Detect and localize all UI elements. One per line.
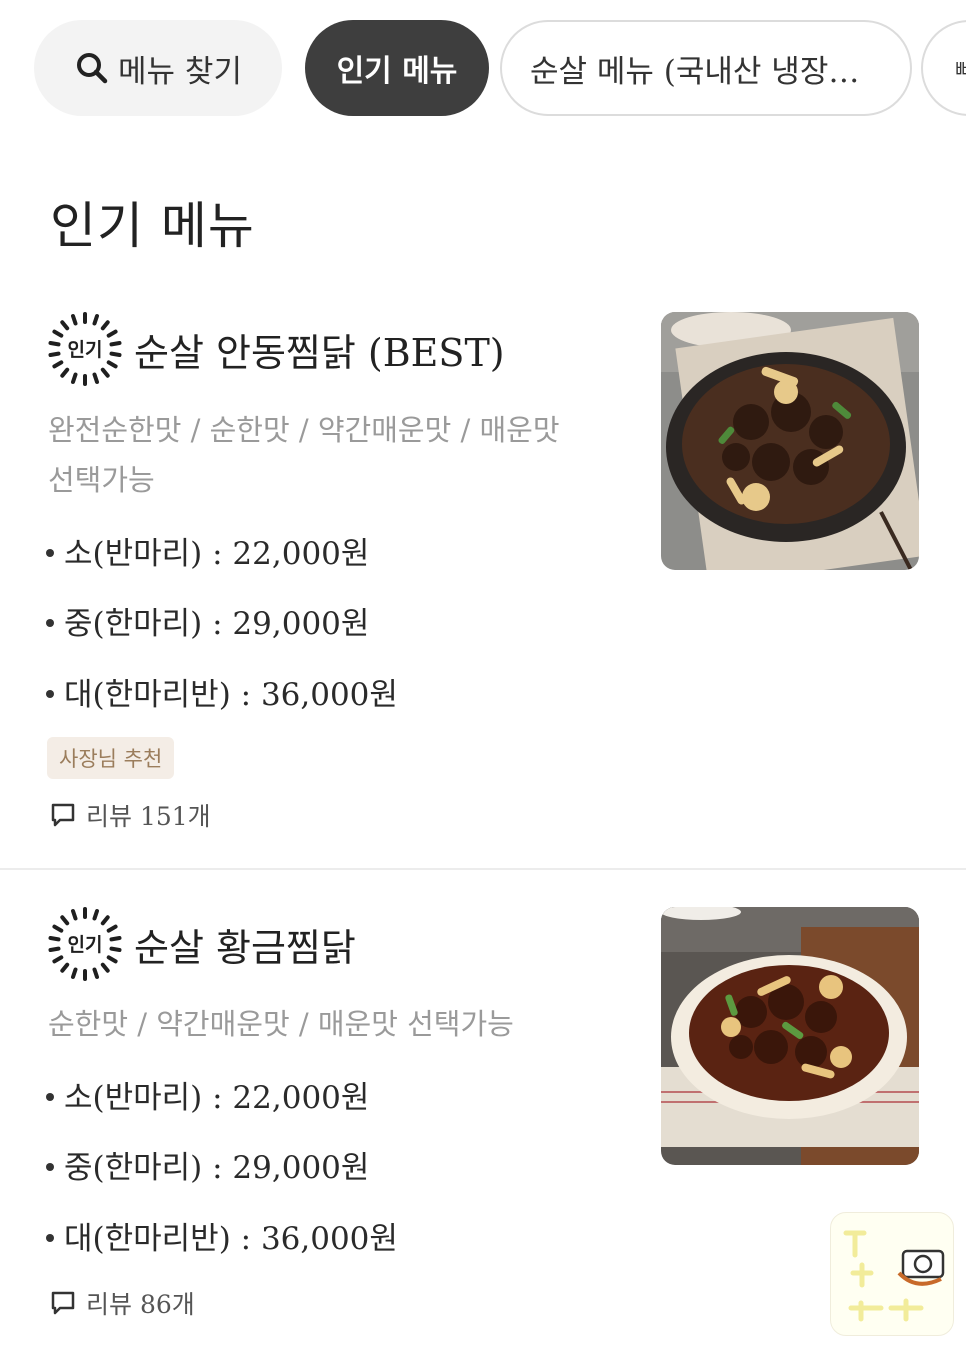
price-large: 대(한마리반) : 36,000원	[46, 669, 398, 714]
food-image[interactable]	[661, 312, 919, 570]
food-image[interactable]	[661, 907, 919, 1165]
item-description: 완전순한맛 / 순한맛 / 약간매운맛 / 매운맛 선택가능	[48, 405, 608, 505]
menu-item[interactable]: 인기 순살 황금찜닭 순한맛 / 약간매운맛 / 매운맛 선택가능 소(반마리)…	[0, 892, 966, 1347]
menu-search-label: 메뉴 찾기	[118, 53, 242, 90]
menu-search-chip[interactable]: 메뉴 찾기	[34, 20, 282, 116]
review-count-label: 리뷰 86개	[86, 1290, 195, 1319]
popular-badge-icon: 인기	[46, 310, 124, 388]
tab-boneless-menu[interactable]: 순살 메뉴 (국내산 냉장육…	[500, 20, 912, 116]
menu-item[interactable]: 인기 순살 안동찜닭 (BEST) 완전순한맛 / 순한맛 / 약간매운맛 / …	[0, 300, 966, 870]
tab-popular-menu[interactable]: 인기 메뉴	[305, 20, 489, 116]
popular-badge-icon: 인기	[46, 905, 124, 983]
price-small: 소(반마리) : 22,000원	[46, 528, 369, 573]
search-icon	[74, 50, 110, 86]
price-large: 대(한마리반) : 36,000원	[46, 1213, 398, 1258]
review-count-label: 리뷰 151개	[86, 802, 211, 831]
owner-recommend-badge: 사장님 추천	[47, 737, 175, 779]
item-description-line: 선택가능	[48, 463, 155, 497]
speech-bubble-icon	[50, 802, 76, 828]
watermark-logo	[830, 1212, 954, 1336]
item-description-line: 순한맛 / 약간매운맛 / 매운맛 선택가능	[48, 1007, 514, 1041]
review-count[interactable]: 리뷰 151개	[50, 797, 211, 833]
review-count[interactable]: 리뷰 86개	[50, 1285, 195, 1321]
tab-bone-in-menu[interactable]: 뼈	[921, 20, 966, 116]
popular-badge-label: 인기	[68, 934, 103, 956]
price-small: 소(반마리) : 22,000원	[46, 1072, 369, 1117]
price-medium: 중(한마리) : 29,000원	[46, 598, 369, 643]
item-name: 순살 황금찜닭	[134, 926, 356, 970]
speech-bubble-icon	[50, 1290, 76, 1316]
price-medium: 중(한마리) : 29,000원	[46, 1142, 369, 1187]
tab-bone-in-label: 뼈	[955, 57, 966, 82]
section-title: 인기 메뉴	[50, 197, 255, 255]
item-name: 순살 안동찜닭 (BEST)	[134, 331, 505, 375]
tab-popular-label: 인기 메뉴	[336, 54, 458, 89]
category-chip-bar: 메뉴 찾기 인기 메뉴 순살 메뉴 (국내산 냉장육… 뼈	[34, 20, 966, 118]
item-description: 순한맛 / 약간매운맛 / 매운맛 선택가능	[48, 999, 608, 1049]
item-description-line: 완전순한맛 / 순한맛 / 약간매운맛 / 매운맛	[48, 413, 560, 447]
popular-badge-label: 인기	[68, 339, 103, 361]
tab-boneless-label: 순살 메뉴 (국내산 냉장육…	[530, 53, 882, 90]
